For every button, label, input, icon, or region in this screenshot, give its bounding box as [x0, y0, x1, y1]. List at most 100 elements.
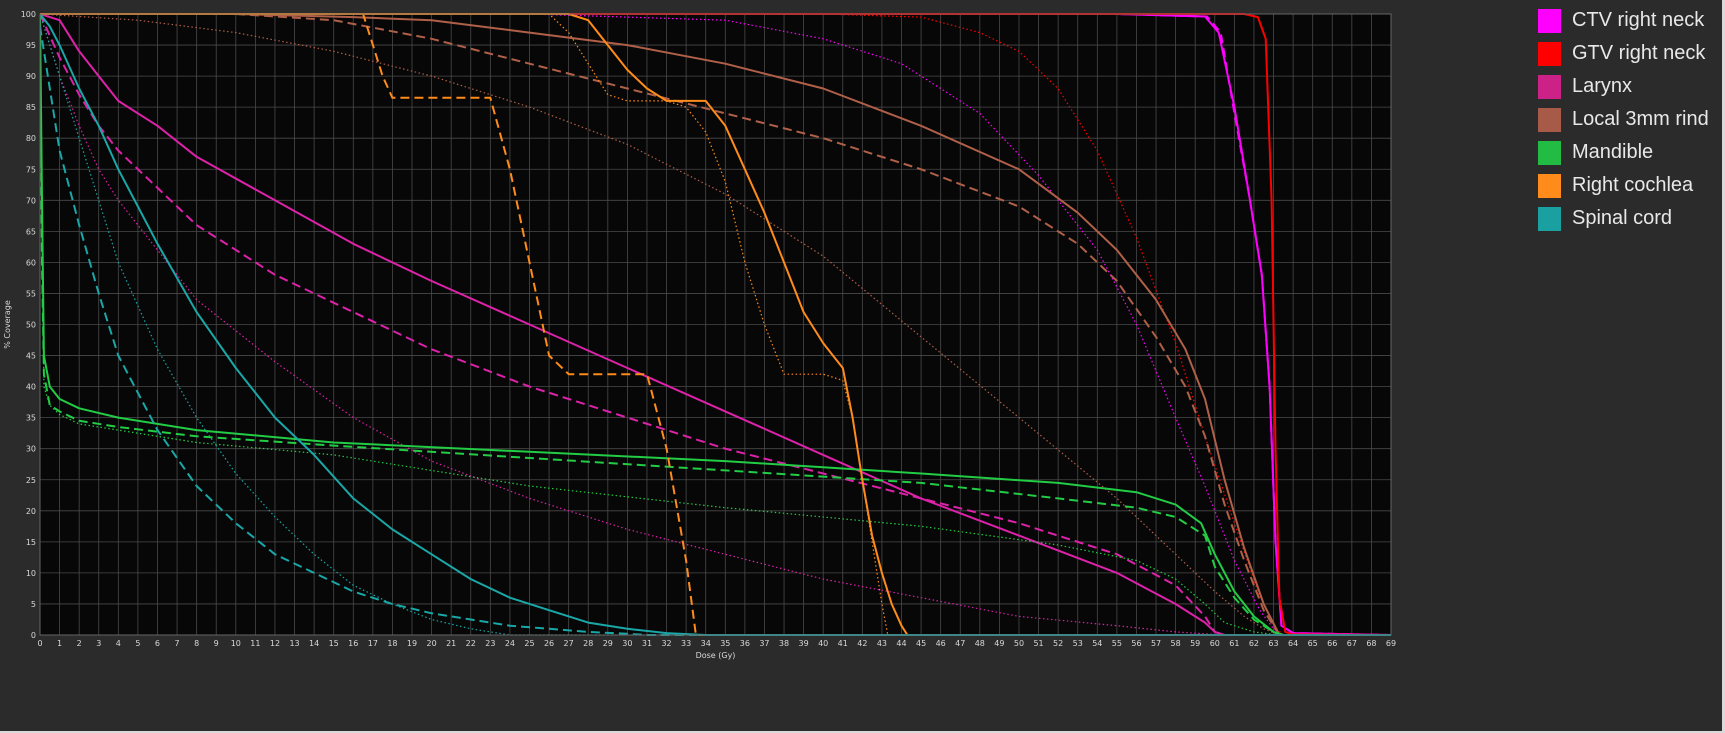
x-tick-label: 2	[77, 639, 82, 648]
y-tick-label: 60	[26, 258, 36, 267]
x-tick-label: 26	[544, 639, 554, 648]
x-tick-label: 51	[1033, 639, 1043, 648]
y-tick-label: 80	[26, 134, 36, 143]
y-tick-label: 20	[26, 507, 36, 516]
x-tick-label: 55	[1112, 639, 1122, 648]
x-tick-label: 14	[309, 639, 319, 648]
legend-item-local-3mm-rind[interactable]: Local 3mm rind	[1538, 103, 1724, 136]
x-tick-label: 21	[446, 639, 456, 648]
dvh-chart: 0 1 2 3 4 5 6 7 8 9 10 11 12 13 14 15 16 17 18 19 20 21 22 23 24…	[3, 10, 1396, 660]
x-tick-label: 15	[329, 639, 339, 648]
x-tick-label: 69	[1386, 639, 1396, 648]
x-tick-label: 5	[135, 639, 140, 648]
x-tick-label: 20	[427, 639, 437, 648]
x-tick-label: 17	[368, 639, 378, 648]
x-tick-label: 28	[583, 639, 593, 648]
x-tick-label: 53	[1073, 639, 1083, 648]
x-axis-title: Dose (Gy)	[696, 651, 736, 660]
legend-item-mandible[interactable]: Mandible	[1538, 136, 1724, 169]
x-tick-label: 59	[1190, 639, 1200, 648]
x-tick-label: 34	[701, 639, 711, 648]
x-tick-label: 12	[270, 639, 280, 648]
x-tick-label: 24	[505, 639, 515, 648]
legend-swatch	[1538, 74, 1561, 99]
x-tick-label: 56	[1131, 639, 1141, 648]
x-tick-label: 33	[681, 639, 691, 648]
x-tick-label: 32	[661, 639, 671, 648]
x-tick-label: 50	[1014, 639, 1024, 648]
legend-item-spinal-cord[interactable]: Spinal cord	[1538, 202, 1724, 235]
x-tick-label: 4	[116, 639, 121, 648]
x-tick-label: 68	[1366, 639, 1376, 648]
x-tick-label: 48	[975, 639, 985, 648]
y-tick-label: 100	[21, 10, 36, 19]
legend-label: Larynx	[1572, 75, 1633, 97]
x-tick-label: 63	[1268, 639, 1278, 648]
y-tick-label: 55	[26, 289, 36, 298]
y-tick-label: 35	[26, 414, 36, 423]
legend-swatch	[1538, 173, 1561, 198]
x-tick-label: 46	[936, 639, 946, 648]
legend-label: CTV right neck	[1572, 9, 1705, 31]
legend-swatch	[1538, 206, 1561, 231]
y-tick-label: 95	[26, 41, 36, 50]
x-tick-label: 65	[1308, 639, 1318, 648]
y-tick-label: 25	[26, 476, 36, 485]
x-tick-label: 10	[231, 639, 241, 648]
x-tick-label: 13	[289, 639, 299, 648]
y-tick-label: 70	[26, 196, 36, 205]
y-tick-label: 5	[31, 600, 36, 609]
x-tick-label: 45	[916, 639, 926, 648]
x-tick-label: 31	[642, 639, 652, 648]
legend-item-right-cochlea[interactable]: Right cochlea	[1538, 169, 1724, 202]
x-tick-label: 0	[37, 639, 42, 648]
x-tick-label: 30	[622, 639, 632, 648]
x-tick-label: 35	[720, 639, 730, 648]
x-tick-label: 41	[838, 639, 848, 648]
x-tick-label: 7	[175, 639, 180, 648]
legend-item-gtv-right-neck[interactable]: GTV right neck	[1538, 37, 1724, 70]
y-tick-label: 65	[26, 227, 36, 236]
legend-swatch	[1538, 8, 1561, 33]
y-tick-label: 15	[26, 538, 36, 547]
x-tick-label: 62	[1249, 639, 1259, 648]
legend-label: Local 3mm rind	[1572, 108, 1709, 130]
x-tick-label: 44	[896, 639, 906, 648]
x-tick-label: 3	[96, 639, 101, 648]
x-tick-label: 1	[57, 639, 62, 648]
x-tick-label: 58	[1171, 639, 1181, 648]
y-tick-label: 75	[26, 165, 36, 174]
legend-item-ctv-right-neck[interactable]: CTV right neck	[1538, 4, 1724, 37]
x-tick-label: 60	[1210, 639, 1220, 648]
x-tick-label: 9	[214, 639, 219, 648]
y-tick-label: 40	[26, 383, 36, 392]
dvh-window: 0 1 2 3 4 5 6 7 8 9 10 11 12 13 14 15 16 17 18 19 20 21 22 23 24…	[0, 0, 1722, 731]
x-tick-label: 66	[1327, 639, 1337, 648]
legend-swatch	[1538, 140, 1561, 165]
x-tick-label: 36	[740, 639, 750, 648]
y-tick-label: 45	[26, 352, 36, 361]
x-tick-label: 16	[348, 639, 358, 648]
x-tick-label: 18	[387, 639, 397, 648]
y-tick-label: 85	[26, 103, 36, 112]
legend-label: Spinal cord	[1572, 207, 1673, 229]
x-tick-label: 64	[1288, 639, 1298, 648]
x-tick-label: 25	[524, 639, 534, 648]
x-tick-label: 29	[603, 639, 613, 648]
legend-label: Mandible	[1572, 141, 1654, 163]
legend-label: GTV right neck	[1572, 42, 1706, 64]
x-tick-label: 22	[466, 639, 476, 648]
y-tick-label: 0	[31, 631, 36, 640]
grid	[39, 13, 1392, 636]
y-tick-label: 30	[26, 445, 36, 454]
x-tick-label: 19	[407, 639, 417, 648]
x-tick-label: 8	[194, 639, 199, 648]
y-tick-label: 50	[26, 321, 36, 330]
x-tick-label: 47	[955, 639, 965, 648]
x-tick-label: 38	[779, 639, 789, 648]
x-tick-label: 67	[1347, 639, 1357, 648]
x-tick-label: 49	[994, 639, 1004, 648]
legend-item-larynx[interactable]: Larynx	[1538, 70, 1724, 103]
x-tick-label: 40	[818, 639, 828, 648]
x-tick-label: 61	[1229, 639, 1239, 648]
